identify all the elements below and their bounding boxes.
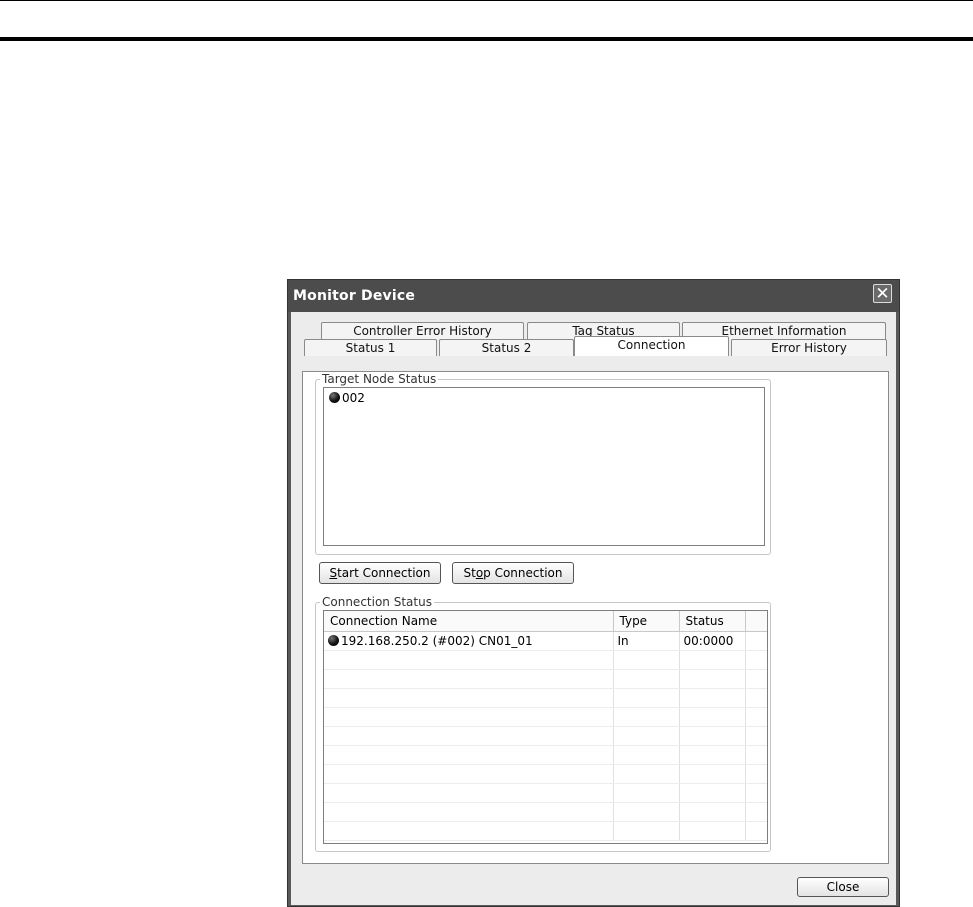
table-row-empty (324, 783, 767, 803)
connection-status-legend: Connection Status (322, 595, 432, 609)
empty-cell (613, 783, 680, 803)
target-node-status-legend: Target Node Status (322, 372, 437, 386)
tab-label: Status 1 (345, 341, 396, 355)
close-button[interactable]: Close (797, 877, 889, 897)
node-label: 002 (342, 391, 365, 405)
empty-cell (679, 821, 746, 841)
black-circle-icon (328, 635, 339, 646)
stop-connection-button[interactable]: Stop Connection (452, 562, 574, 584)
empty-cell (613, 821, 680, 841)
table-row-empty (324, 802, 767, 822)
empty-cell (324, 726, 614, 746)
table-row-empty (324, 726, 767, 746)
tab-controller-error-history[interactable]: Controller Error History (321, 322, 524, 339)
empty-cell (613, 726, 680, 746)
black-circle-icon (329, 392, 340, 403)
header-rule-thin (0, 0, 973, 1)
tab-label: Error History (771, 341, 847, 355)
empty-cell (679, 726, 746, 746)
tab-label: Ethernet Information (721, 324, 847, 338)
table-row-empty (324, 707, 767, 727)
empty-cell (613, 650, 680, 670)
monitor-device-dialog: Monitor Device ✕ Controller Error Histor… (287, 279, 900, 907)
node-item[interactable]: 002 (329, 391, 365, 405)
empty-cell (613, 688, 680, 708)
tab-status-2[interactable]: Status 2 (439, 339, 574, 356)
column-header-connection-name[interactable]: Connection Name (324, 611, 614, 632)
connection-tab-panel: Target Node Status 002 Start Connection … (302, 371, 889, 864)
connection-name-text: 192.168.250.2 (#002) CN01_01 (341, 634, 533, 648)
connection-status-listview[interactable]: Connection Name Type Status 192.168.250.… (323, 610, 768, 844)
empty-cell (745, 707, 767, 727)
empty-cell (745, 650, 767, 670)
empty-cell (613, 707, 680, 727)
tab-connection[interactable]: Connection (574, 336, 729, 356)
title-bar[interactable]: Monitor Device ✕ (288, 280, 899, 312)
empty-cell (324, 821, 614, 841)
window-title: Monitor Device (293, 288, 416, 304)
empty-cell (745, 802, 767, 822)
cell-filler (745, 631, 767, 651)
target-node-listbox[interactable]: 002 (323, 387, 765, 546)
connection-table: Connection Name Type Status 192.168.250.… (324, 611, 767, 841)
empty-cell (679, 745, 746, 765)
empty-cell (745, 745, 767, 765)
empty-cell (745, 764, 767, 784)
empty-cell (745, 821, 767, 841)
empty-cell (613, 764, 680, 784)
empty-cell (679, 802, 746, 822)
table-row-empty (324, 821, 767, 841)
table-header-row: Connection Name Type Status (324, 611, 767, 632)
table-row-empty (324, 650, 767, 670)
empty-cell (324, 707, 614, 727)
table-row-empty (324, 764, 767, 784)
column-header-filler (745, 611, 767, 632)
button-mnemonic: S (329, 566, 338, 580)
button-label-prefix: St (463, 566, 476, 580)
header-rule-thick (0, 37, 973, 41)
start-connection-button[interactable]: Start Connection (319, 562, 441, 584)
empty-cell (679, 783, 746, 803)
empty-cell (613, 802, 680, 822)
empty-cell (679, 669, 746, 689)
tab-error-history[interactable]: Error History (731, 339, 887, 356)
empty-cell (613, 745, 680, 765)
empty-cell (613, 669, 680, 689)
dialog-client-area: Controller Error History Tag Status Ethe… (291, 312, 896, 905)
table-row-empty (324, 669, 767, 689)
empty-cell (324, 745, 614, 765)
empty-cell (745, 783, 767, 803)
empty-cell (745, 726, 767, 746)
cell-type: In (613, 631, 680, 651)
empty-cell (324, 802, 614, 822)
tab-label: Connection (617, 338, 686, 352)
empty-cell (745, 688, 767, 708)
empty-cell (679, 707, 746, 727)
close-icon[interactable]: ✕ (873, 284, 892, 303)
tab-label: Controller Error History (353, 324, 492, 338)
table-row-empty (324, 688, 767, 708)
tab-status-1[interactable]: Status 1 (304, 339, 437, 356)
cell-status: 00:0000 (679, 631, 746, 651)
table-row-empty (324, 745, 767, 765)
tab-label: Status 2 (481, 341, 532, 355)
column-header-type[interactable]: Type (613, 611, 680, 632)
empty-cell (324, 783, 614, 803)
empty-cell (679, 688, 746, 708)
button-label-rest: tart Connection (337, 566, 431, 580)
empty-cell (679, 650, 746, 670)
empty-cell (324, 669, 614, 689)
empty-cell (745, 669, 767, 689)
empty-cell (324, 650, 614, 670)
empty-cell (324, 764, 614, 784)
empty-cell (679, 764, 746, 784)
column-header-status[interactable]: Status (679, 611, 746, 632)
cell-connection-name: 192.168.250.2 (#002) CN01_01 (324, 631, 614, 651)
empty-cell (324, 688, 614, 708)
button-label-rest: p Connection (483, 566, 563, 580)
table-row[interactable]: 192.168.250.2 (#002) CN01_01 In 00:0000 (324, 631, 767, 651)
